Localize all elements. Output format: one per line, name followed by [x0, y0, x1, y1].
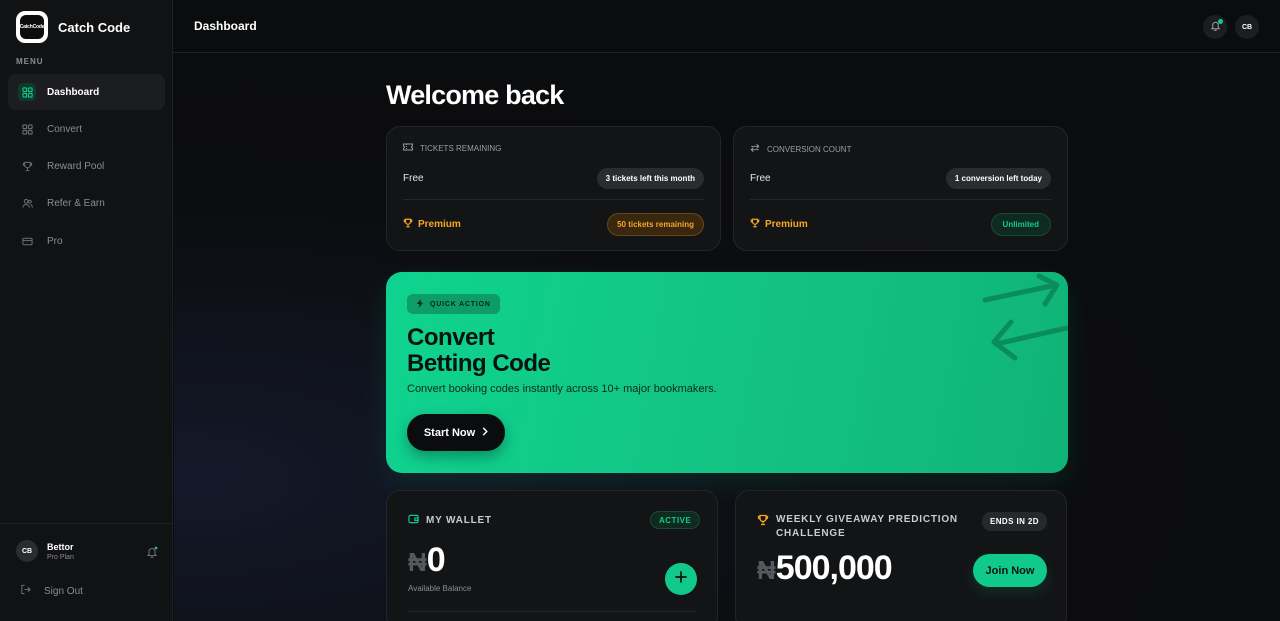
conversion-card: CONVERSION COUNT Free 1 conversion left …: [733, 126, 1068, 251]
sidebar-item-label: Refer & Earn: [47, 198, 105, 210]
card-header: WEEKLY GIVEAWAY PREDICTION CHALLENGE: [757, 513, 966, 541]
sidebar-item-label: Pro: [47, 235, 63, 247]
start-now-label: Start Now: [423, 426, 476, 439]
start-now-button[interactable]: Start Now: [407, 414, 505, 451]
currency-symbol: ₦: [757, 555, 776, 585]
grid-icon: [18, 120, 36, 138]
free-row: Free 3 tickets left this month: [403, 167, 704, 189]
trophy-icon: [18, 158, 36, 176]
avatar: CB: [16, 540, 38, 562]
trophy-icon: [403, 218, 413, 231]
premium-row: Premium 50 tickets remaining: [403, 212, 704, 236]
trophy-icon: [750, 218, 760, 231]
notifications-button[interactable]: [1203, 15, 1227, 39]
free-label: Free: [750, 172, 771, 184]
sidebar-item-label: Convert: [47, 123, 83, 135]
convert-hero-card: QUICK ACTION Convert Betting Code Conver…: [386, 272, 1068, 473]
premium-tickets-pill: 50 tickets remaining: [607, 212, 704, 236]
free-row: Free 1 conversion left today: [750, 167, 1051, 189]
sidebar-item-reward-pool[interactable]: Reward Pool: [8, 149, 165, 185]
brand-name: Catch Code: [58, 19, 131, 35]
prize-amount: ₦ 500,000: [757, 549, 893, 588]
giveaway-title: WEEKLY GIVEAWAY PREDICTION CHALLENGE: [776, 514, 958, 539]
chevron-right-icon: [482, 426, 488, 439]
wallet-icon: [408, 514, 419, 527]
user-name: Bettor: [47, 541, 74, 552]
quick-action-label: QUICK ACTION: [430, 300, 491, 308]
ends-badge: ENDS IN 2D: [982, 512, 1047, 531]
hero-subtitle: Convert booking codes instantly across 1…: [407, 383, 717, 395]
sidebar-divider: [0, 523, 172, 524]
menu-label: MENU: [16, 57, 44, 66]
balance-amount: 0: [426, 541, 446, 579]
sign-out-label: Sign Out: [44, 585, 83, 597]
free-tickets-pill: 3 tickets left this month: [596, 167, 704, 189]
swap-arrows-icon: [982, 273, 1068, 361]
premium-text: Premium: [765, 218, 808, 230]
sidebar-item-label: Reward Pool: [47, 161, 105, 173]
tickets-title: TICKETS REMAINING: [420, 143, 502, 153]
sidebar: CatchCode Catch Code MENU Dashboard Conv…: [0, 0, 173, 621]
tickets-card: TICKETS REMAINING Free 3 tickets left th…: [386, 126, 721, 251]
free-label: Free: [403, 172, 424, 184]
notification-dot: [1218, 19, 1223, 24]
divider: [403, 199, 704, 200]
free-conversion-pill: 1 conversion left today: [945, 167, 1051, 189]
divider: [408, 611, 696, 612]
logo-mark: CatchCode: [20, 15, 44, 39]
sidebar-item-pro[interactable]: Pro: [8, 223, 165, 259]
brand[interactable]: CatchCode Catch Code: [16, 11, 130, 43]
users-icon: [18, 195, 36, 213]
sidebar-item-dashboard[interactable]: Dashboard: [8, 74, 165, 110]
wallet-title: MY WALLET: [426, 515, 492, 526]
bell-icon[interactable]: [146, 545, 158, 563]
balance-label: Available Balance: [408, 584, 472, 593]
hero-title: Convert Betting Code: [407, 324, 551, 377]
hero-title-line: Betting Code: [407, 350, 551, 377]
card-header: TICKETS REMAINING: [403, 143, 501, 153]
hero-title-line: Convert: [407, 324, 495, 351]
plus-icon: [675, 570, 687, 588]
sidebar-item-convert[interactable]: Convert: [8, 111, 165, 147]
sign-out-icon: [20, 584, 31, 598]
header-avatar[interactable]: CB: [1235, 15, 1259, 39]
logo: CatchCode: [16, 11, 48, 43]
premium-label: Premium: [750, 218, 808, 231]
ticket-icon: [403, 143, 413, 153]
currency-symbol: ₦: [408, 547, 427, 577]
prize-value: 500,000: [775, 549, 893, 587]
top-header: Dashboard CB: [173, 0, 1280, 53]
divider: [750, 199, 1051, 200]
sidebar-item-refer-earn[interactable]: Refer & Earn: [8, 186, 165, 222]
page-title: Dashboard: [194, 19, 257, 33]
user-profile[interactable]: CB Bettor Pro Plan: [16, 540, 74, 562]
wallet-balance: ₦ 0: [408, 541, 446, 580]
welcome-heading: Welcome back: [386, 80, 564, 110]
premium-text: Premium: [418, 218, 461, 230]
premium-label: Premium: [403, 218, 461, 231]
card-header: MY WALLET: [408, 514, 492, 527]
status-badge: ACTIVE: [650, 511, 701, 529]
premium-row: Premium Unlimited: [750, 212, 1051, 236]
trophy-icon: [757, 513, 769, 531]
swap-icon: [750, 143, 760, 155]
giveaway-card: WEEKLY GIVEAWAY PREDICTION CHALLENGE END…: [735, 490, 1067, 621]
grid-icon: [18, 83, 36, 101]
sign-out-button[interactable]: Sign Out: [20, 584, 83, 598]
card-icon: [18, 232, 36, 250]
sidebar-nav: Dashboard Convert Reward Pool Refer & Ea…: [8, 74, 165, 260]
join-now-button[interactable]: Join Now: [973, 554, 1047, 587]
wallet-card: MY WALLET ACTIVE ₦ 0 Available Balance: [386, 490, 718, 621]
card-header: CONVERSION COUNT: [750, 143, 851, 155]
unlimited-pill: Unlimited: [990, 212, 1051, 236]
user-plan: Pro Plan: [47, 553, 74, 561]
quick-action-badge: QUICK ACTION: [407, 294, 500, 314]
conversion-title: CONVERSION COUNT: [767, 144, 852, 154]
lightning-icon: [416, 298, 424, 310]
add-funds-button[interactable]: [665, 563, 697, 595]
sidebar-item-label: Dashboard: [47, 86, 100, 98]
